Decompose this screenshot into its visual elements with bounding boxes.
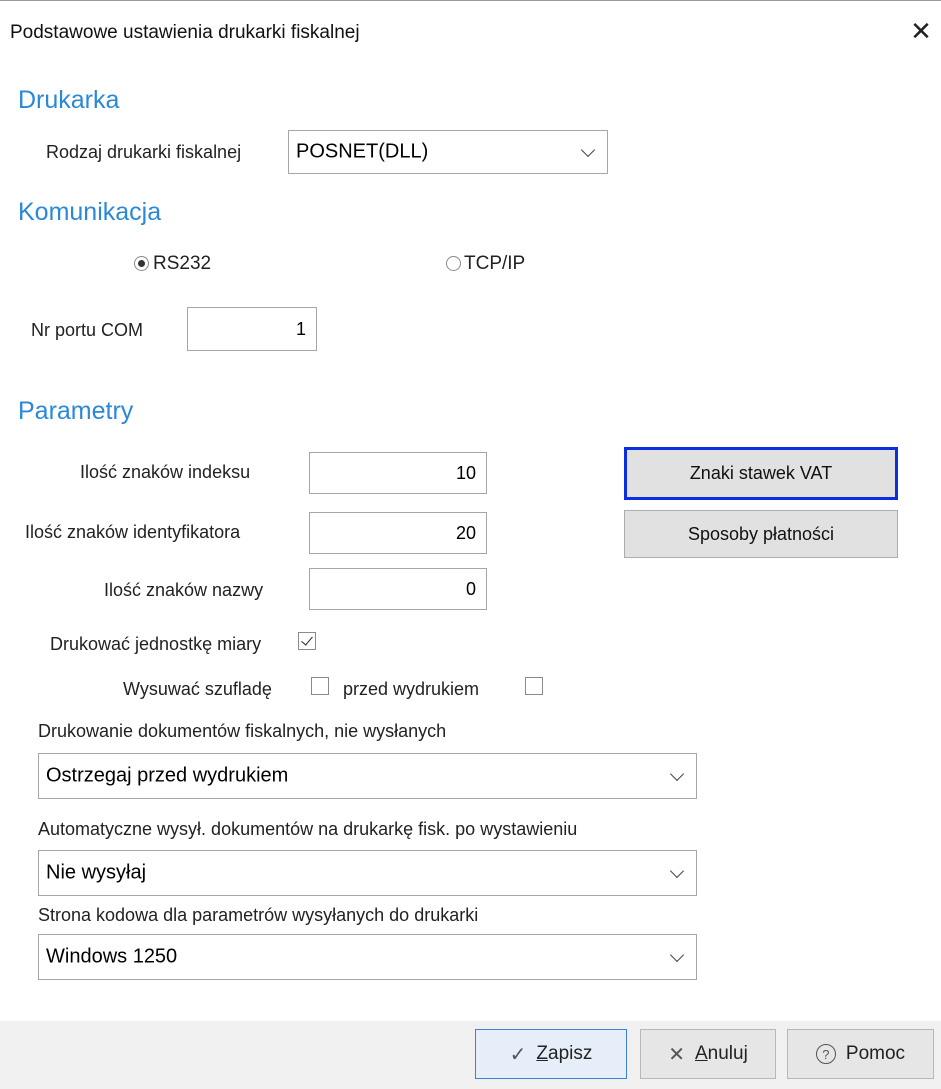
section-printer-heading: Drukarka: [18, 86, 120, 114]
print-unit-checkbox[interactable]: [298, 632, 316, 650]
name-chars-label: Ilość znaków nazwy: [104, 580, 264, 600]
section-communication-heading: Komunikacja: [18, 198, 162, 226]
chevron-down-icon: [580, 142, 596, 158]
rs232-radio[interactable]: [134, 256, 149, 271]
chevron-down-icon: [669, 863, 685, 879]
unsent-docs-value: Ostrzegaj przed wydrukiem: [46, 764, 289, 787]
com-port-input[interactable]: 1: [187, 307, 317, 351]
index-chars-label: Ilość znaków indeksu: [80, 462, 251, 482]
check-icon: ✓: [509, 1043, 527, 1066]
printer-type-label: Rodzaj drukarki fiskalnej: [46, 142, 242, 162]
auto-send-value: Nie wysyłaj: [46, 861, 147, 884]
window-title: Podstawowe ustawienia drukarki fiskalnej: [10, 22, 360, 43]
auto-send-label: Automatyczne wysył. dokumentów na drukar…: [38, 819, 578, 839]
name-chars-input[interactable]: 0: [309, 568, 487, 610]
auto-send-select[interactable]: Nie wysyłaj: [38, 850, 697, 896]
close-icon[interactable]: ✕: [904, 14, 938, 48]
payment-methods-button[interactable]: Sposoby płatności: [624, 510, 898, 558]
cancel-button[interactable]: ✕ Anuluj: [640, 1029, 776, 1079]
printer-type-select[interactable]: POSNET(DLL): [288, 130, 608, 174]
before-print-checkbox[interactable]: [525, 677, 543, 695]
vat-rates-button[interactable]: Znaki stawek VAT: [624, 447, 898, 500]
help-label: Pomoc: [845, 1043, 906, 1064]
chevron-down-icon: [669, 766, 685, 782]
unsent-docs-select[interactable]: Ostrzegaj przed wydrukiem: [38, 753, 697, 799]
save-button[interactable]: ✓ Zapisz: [475, 1029, 627, 1079]
chevron-down-icon: [669, 947, 685, 963]
identifier-chars-input[interactable]: 20: [309, 512, 487, 554]
cancel-label: Anuluj: [694, 1043, 748, 1064]
print-unit-label: Drukować jednostkę miary: [50, 634, 262, 654]
unsent-docs-label: Drukowanie dokumentów fiskalnych, nie wy…: [38, 721, 447, 741]
check-icon: [301, 633, 313, 646]
tcpip-radio[interactable]: [446, 256, 461, 271]
window-top-border: [0, 0, 941, 1]
help-circle-icon: ?: [815, 1044, 836, 1064]
before-print-label: przed wydrukiem: [343, 679, 480, 699]
tcpip-label: TCP/IP: [464, 253, 526, 274]
codepage-label: Strona kodowa dla parametrów wysyłanych …: [38, 905, 479, 925]
index-chars-input[interactable]: 10: [309, 452, 487, 494]
save-label: Zapisz: [536, 1043, 593, 1064]
open-drawer-label: Wysuwać szufladę: [123, 679, 272, 699]
printer-type-value: POSNET(DLL): [296, 140, 429, 163]
help-button[interactable]: ? Pomoc: [787, 1029, 934, 1079]
x-icon: ✕: [668, 1043, 685, 1066]
com-port-label: Nr portu COM: [31, 320, 144, 340]
codepage-value: Windows 1250: [46, 945, 178, 968]
rs232-label: RS232: [153, 253, 212, 274]
section-parameters-heading: Parametry: [18, 397, 134, 425]
codepage-select[interactable]: Windows 1250: [38, 934, 697, 980]
open-drawer-checkbox[interactable]: [311, 677, 329, 695]
identifier-chars-label: Ilość znaków identyfikatora: [25, 522, 241, 542]
